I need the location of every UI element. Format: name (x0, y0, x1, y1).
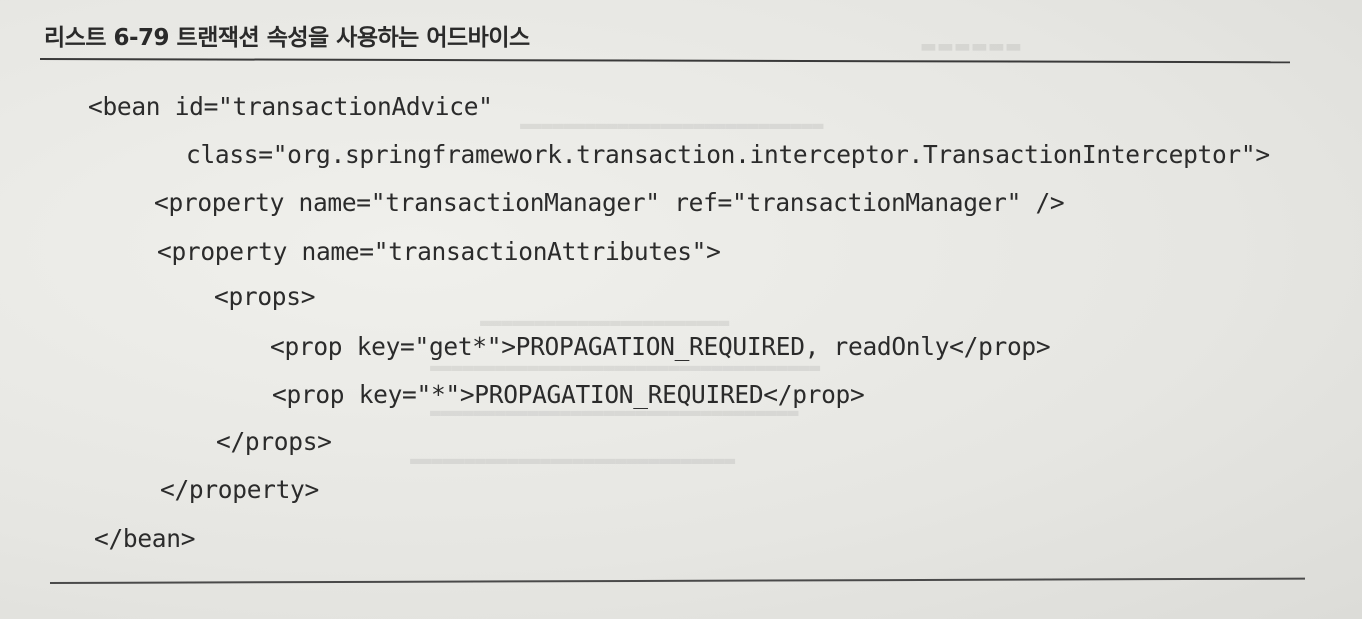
code-line: <property name="transactionAttributes"> (157, 237, 721, 266)
top-rule (39, 58, 1290, 64)
code-line: </bean> (94, 524, 196, 553)
code-line: <property name="transactionManager" ref=… (154, 188, 1065, 217)
code-line: </property> (160, 475, 319, 504)
code-line: <prop key="*">PROPAGATION_REQUIRED</prop… (272, 380, 865, 409)
bottom-rule (49, 577, 1305, 584)
code-line: <props> (214, 282, 316, 311)
listing-title: 리스트 6-79 트랜잭션 속성을 사용하는 어드바이스 (44, 25, 530, 51)
code-line: class="org.springframework.transaction.i… (186, 140, 1270, 169)
code-line: </props> (216, 427, 332, 456)
code-line: <bean id="transactionAdvice" (88, 92, 493, 121)
code-line: <prop key="get*">PROPAGATION_REQUIRED, r… (270, 332, 1051, 361)
